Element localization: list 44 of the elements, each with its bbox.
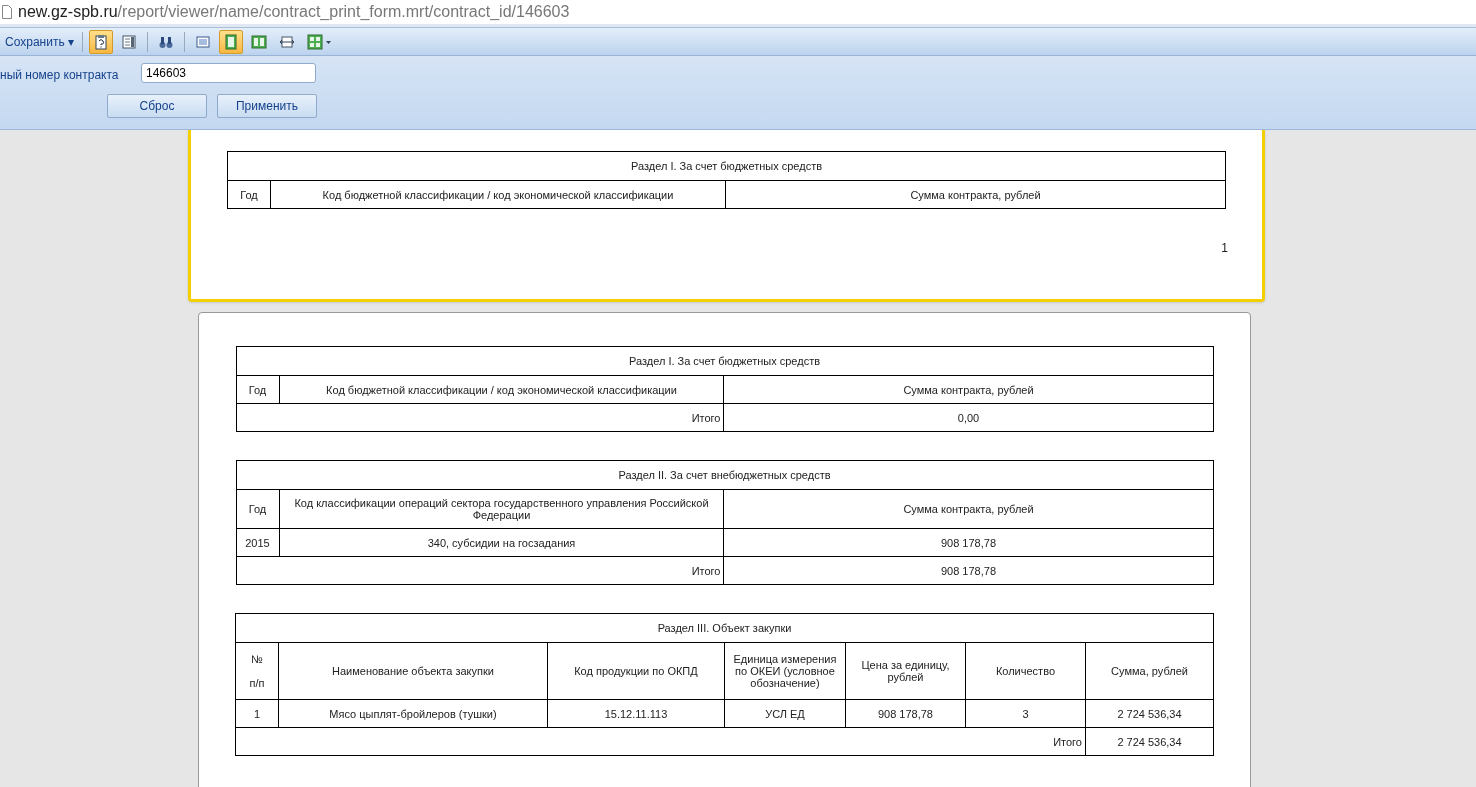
total-value: 908 178,78	[940, 564, 996, 577]
table-title: Раздел I. За счет бюджетных средств	[630, 160, 823, 172]
column-header: Цена за единицу, рублей	[861, 659, 950, 683]
page-number: 1	[1221, 240, 1228, 257]
single-page-icon[interactable]	[218, 29, 243, 54]
table-title: Раздел I. За счет бюджетных средств	[628, 355, 821, 367]
table-title: Раздел III. Объект закупки	[657, 622, 792, 634]
contract-number-field[interactable]: 146603	[141, 63, 316, 83]
column-header: № п/п	[249, 653, 265, 689]
column-header: Код бюджетной классификации / код экономической классификации	[322, 188, 674, 201]
table-cell: 908 178,78	[940, 536, 996, 549]
column-header: Код продукции по ОКПД	[574, 665, 698, 677]
total-label: Итого	[691, 564, 721, 577]
total-value: 2 724 536,34	[1117, 735, 1182, 748]
column-header: Сумма контракта, рублей	[903, 503, 1034, 515]
table-cell: 340, субсидии на госзадания	[427, 536, 576, 549]
table-title: Раздел II. За счет внебюджетных средств	[618, 469, 831, 481]
clipboard-help-icon[interactable]	[88, 29, 113, 54]
form-button[interactable]: Применить	[217, 94, 317, 118]
column-header: Сумма контракта, рублей	[910, 188, 1041, 201]
table-cell: УСЛ ЕД	[765, 707, 805, 720]
total-value: 0,00	[957, 411, 980, 424]
table-cell: 908 178,78	[877, 707, 933, 720]
table-cell: Мясо цыплят-бройлеров (тушки)	[329, 707, 497, 720]
total-label: Итого	[691, 411, 721, 424]
table-cell: 15.12.11.113	[604, 707, 668, 720]
table-cell: 2 724 536,34	[1117, 707, 1182, 720]
column-header: Сумма контракта, рублей	[903, 383, 1034, 396]
form-button[interactable]: Сброс	[107, 94, 207, 118]
total-label: Итого	[1053, 735, 1082, 748]
column-header: Код бюджетной классификации / код экономической классификации	[326, 383, 677, 396]
column-header: Год	[240, 188, 258, 201]
column-header: Количество	[995, 665, 1055, 677]
save-button[interactable]: Сохранить ▾	[3, 30, 76, 53]
column-header: Год	[248, 503, 267, 515]
column-header: Единица измерения по ОКЕИ (условное обозначение)	[733, 653, 837, 689]
column-header: Код классификации операций сектора государственного управления Российской Федерации	[294, 497, 709, 521]
table-cell: 2015	[245, 536, 270, 549]
table-cell: 1	[253, 707, 261, 720]
column-header: Сумма, рублей	[1111, 665, 1188, 677]
column-header: Наименование объекта закупки	[332, 665, 494, 677]
parameter-label: ный номер контракта	[0, 67, 119, 84]
column-header: Год	[248, 383, 267, 396]
table-cell: 3	[1022, 707, 1029, 720]
